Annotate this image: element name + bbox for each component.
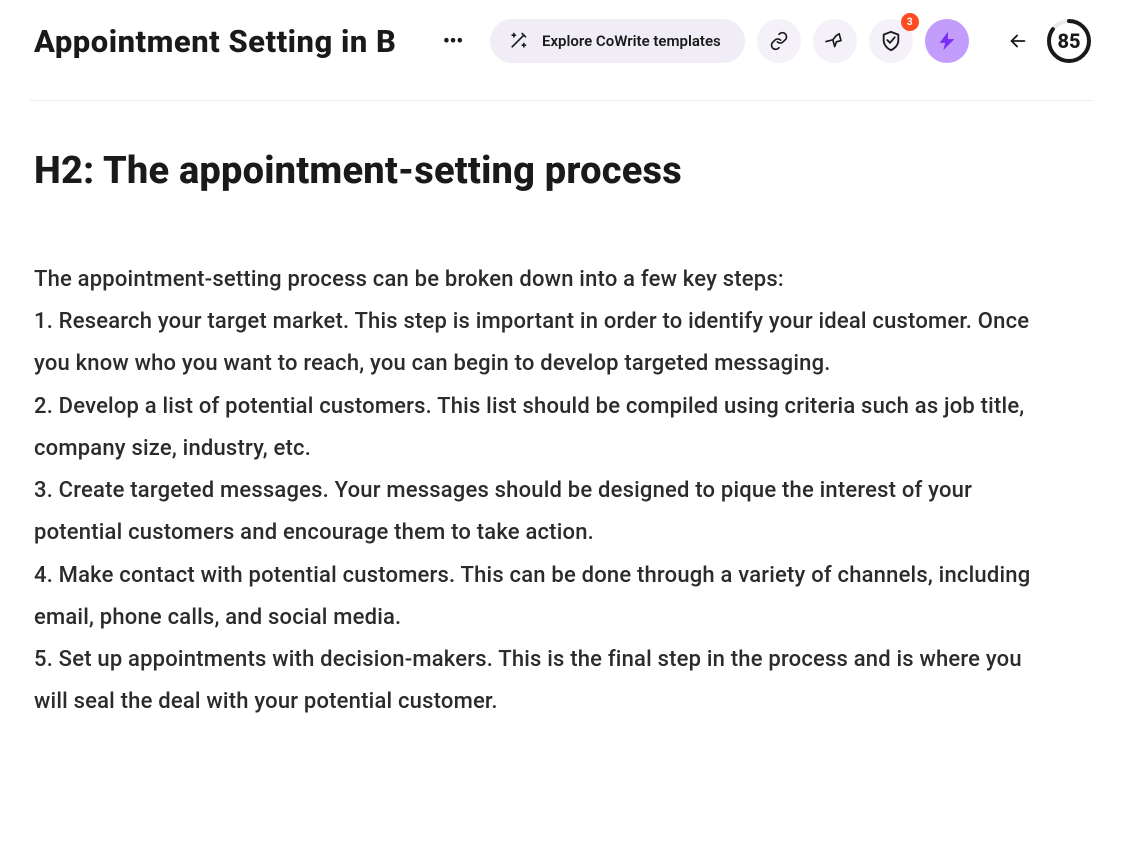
step-1: 1. Research your target market. This ste… — [34, 309, 1029, 376]
shield-check-button[interactable]: 3 — [869, 19, 913, 63]
wand-icon — [508, 31, 528, 51]
step-4: 4. Make contact with potential customers… — [34, 563, 1030, 630]
pin-icon — [825, 31, 845, 51]
back-button[interactable] — [1006, 29, 1030, 53]
document-title[interactable]: Appointment Setting in B — [34, 23, 424, 60]
arrow-left-icon — [1007, 30, 1029, 52]
score-value: 85 — [1046, 18, 1092, 64]
heading-h2: H2: The appointment-setting process — [34, 149, 1048, 193]
pin-button[interactable] — [813, 19, 857, 63]
link-icon — [769, 31, 789, 51]
bolt-button[interactable] — [925, 19, 969, 63]
score-indicator[interactable]: 85 — [1046, 18, 1092, 64]
cowrite-templates-button[interactable]: Explore CoWrite templates — [490, 19, 745, 63]
bolt-icon — [936, 30, 958, 52]
more-icon: ••• — [443, 31, 463, 52]
step-2: 2. Develop a list of potential customers… — [34, 394, 1024, 461]
document-content[interactable]: H2: The appointment-setting process The … — [0, 101, 1122, 724]
body-text: The appointment-setting process can be b… — [34, 259, 1048, 724]
step-3: 3. Create targeted messages. Your messag… — [34, 478, 972, 545]
intro-line: The appointment-setting process can be b… — [34, 267, 784, 292]
link-button[interactable] — [757, 19, 801, 63]
cowrite-label: Explore CoWrite templates — [542, 32, 721, 50]
shield-check-icon — [880, 30, 902, 52]
step-5: 5. Set up appointments with decision-mak… — [34, 647, 1022, 714]
notification-badge: 3 — [901, 13, 919, 31]
topbar: Appointment Setting in B ••• Explore CoW… — [0, 0, 1122, 82]
more-menu-button[interactable]: ••• — [436, 24, 470, 58]
